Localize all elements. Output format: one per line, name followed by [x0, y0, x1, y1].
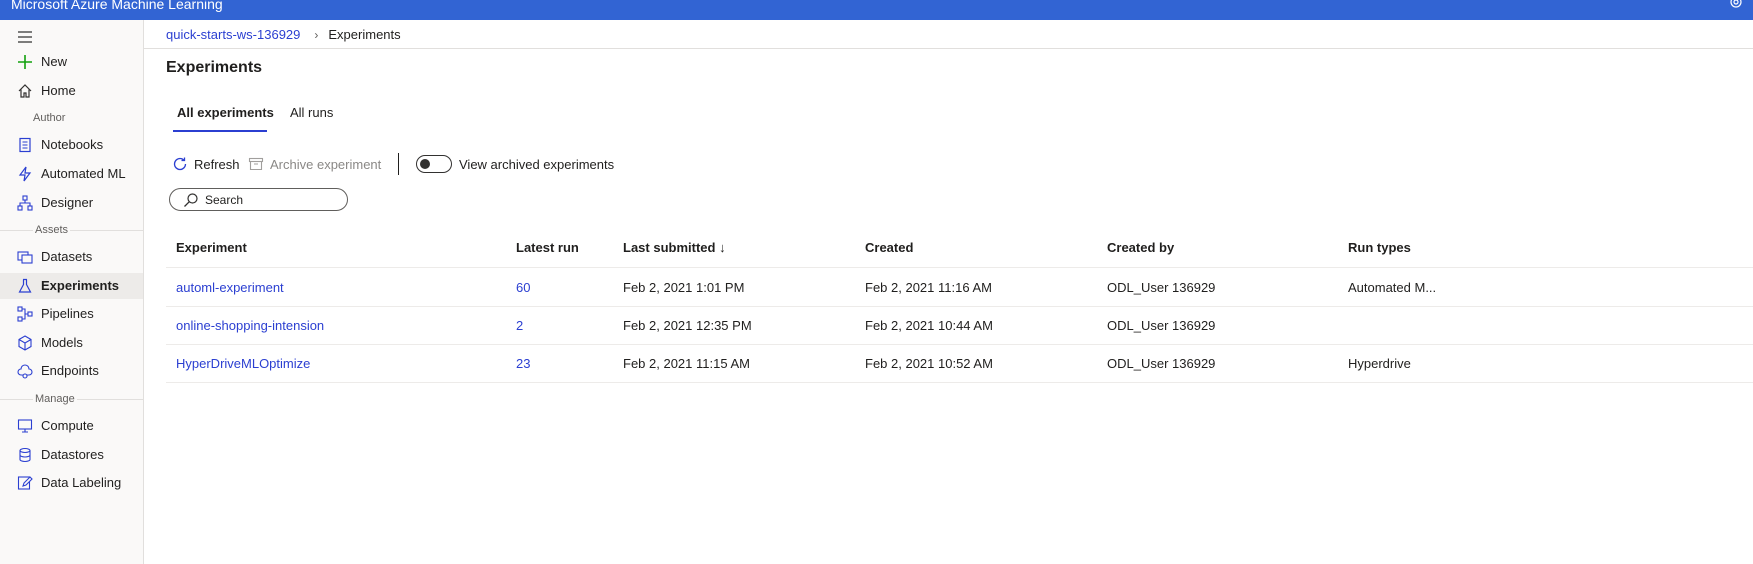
column-header-last-submitted[interactable]: Last submitted ↓	[623, 240, 726, 255]
view-archived-label: View archived experiments	[459, 157, 615, 172]
section-label-manage: Manage	[33, 393, 77, 405]
sidebar-item-home[interactable]: Home	[0, 78, 143, 104]
datasets-icon	[17, 249, 33, 265]
sidebar-item-datastores[interactable]: Datastores	[0, 442, 143, 468]
pipelines-icon	[17, 306, 33, 322]
refresh-label: Refresh	[194, 157, 240, 172]
cube-icon	[17, 335, 33, 351]
experiment-link[interactable]: HyperDriveMLOptimize	[176, 356, 310, 371]
breadcrumb: quick-starts-ws-136929 › Experiments	[166, 27, 401, 42]
page-title: Experiments	[166, 59, 263, 76]
created-cell: Feb 2, 2021 10:52 AM	[865, 356, 993, 371]
tab-all-runs[interactable]: All runs	[290, 105, 333, 120]
breadcrumb-current: Experiments	[328, 27, 401, 42]
latest-run-link[interactable]: 23	[516, 356, 530, 371]
created-cell: Feb 2, 2021 11:16 AM	[865, 280, 992, 295]
sidebar: New Home Author Notebooks Automated ML D…	[0, 20, 144, 564]
search-box[interactable]	[169, 188, 348, 211]
cloud-icon	[17, 363, 33, 379]
last-submitted-cell: Feb 2, 2021 1:01 PM	[623, 280, 745, 295]
refresh-icon	[172, 156, 188, 172]
database-icon	[17, 447, 33, 463]
run-types-cell: Automated M...	[1348, 280, 1437, 295]
sidebar-item-label: Models	[41, 335, 83, 350]
latest-run-link[interactable]: 2	[516, 318, 523, 333]
section-divider	[0, 230, 143, 231]
designer-icon	[17, 195, 33, 211]
sidebar-item-label: Home	[41, 83, 76, 98]
column-header-run-types[interactable]: Run types	[1348, 240, 1411, 255]
monitor-icon	[17, 418, 33, 434]
run-types-cell: Hyperdrive	[1348, 356, 1411, 371]
breadcrumb-divider	[144, 48, 1753, 49]
chevron-right-icon: ›	[314, 28, 319, 42]
sidebar-item-label: Datastores	[41, 447, 104, 462]
latest-run-link[interactable]: 60	[516, 280, 530, 295]
sidebar-item-pipelines[interactable]: Pipelines	[0, 301, 143, 327]
sidebar-item-label: Automated ML	[41, 166, 126, 181]
section-label-author: Author	[33, 112, 66, 124]
sidebar-item-label: Compute	[41, 418, 94, 433]
tab-all-experiments[interactable]: All experiments	[177, 105, 274, 120]
gear-icon[interactable]	[1726, 0, 1746, 14]
created-by-cell: ODL_User 136929	[1107, 280, 1216, 295]
sidebar-item-label: Datasets	[41, 249, 93, 264]
column-header-created[interactable]: Created	[865, 240, 913, 255]
sidebar-item-notebooks[interactable]: Notebooks	[0, 132, 143, 158]
sidebar-item-models[interactable]: Models	[0, 330, 143, 356]
app-title[interactable]: Microsoft Azure Machine Learning	[11, 0, 223, 12]
last-submitted-cell: Feb 2, 2021 12:35 PM	[623, 318, 752, 333]
sidebar-item-endpoints[interactable]: Endpoints	[0, 358, 143, 384]
sidebar-item-automated-ml[interactable]: Automated ML	[0, 161, 143, 187]
experiment-link[interactable]: automl-experiment	[176, 280, 284, 295]
top-bar: Microsoft Azure Machine Learning	[0, 0, 1753, 20]
home-icon	[17, 83, 33, 99]
column-header-created-by[interactable]: Created by	[1107, 240, 1174, 255]
created-by-cell: ODL_User 136929	[1107, 318, 1216, 333]
sidebar-item-label: Endpoints	[41, 363, 99, 378]
search-input[interactable]	[205, 191, 340, 208]
column-header-experiment[interactable]: Experiment	[176, 240, 247, 255]
plus-icon	[17, 54, 33, 70]
sidebar-item-designer[interactable]: Designer	[0, 190, 143, 216]
created-by-cell: ODL_User 136929	[1107, 356, 1216, 371]
automated-ml-icon	[17, 166, 33, 182]
sidebar-item-label: Pipelines	[41, 306, 94, 321]
sidebar-item-data-labeling[interactable]: Data Labeling	[0, 470, 143, 496]
edit-icon	[17, 475, 33, 491]
sidebar-item-experiments[interactable]: Experiments	[0, 273, 143, 299]
header-divider	[166, 267, 1753, 268]
sidebar-item-new[interactable]: New	[0, 49, 143, 75]
breadcrumb-workspace-link[interactable]: quick-starts-ws-136929	[166, 27, 300, 42]
search-icon	[183, 192, 199, 208]
column-header-latest-run[interactable]: Latest run	[516, 240, 579, 255]
archive-icon	[248, 156, 264, 172]
archive-experiment-label: Archive experiment	[270, 157, 382, 172]
sidebar-item-datasets[interactable]: Datasets	[0, 244, 143, 270]
row-divider	[166, 382, 1753, 383]
sidebar-item-label: New	[41, 54, 68, 69]
toolbar-divider	[398, 153, 399, 175]
flask-icon	[17, 278, 33, 294]
created-cell: Feb 2, 2021 10:44 AM	[865, 318, 993, 333]
toggle-knob	[420, 159, 430, 169]
sidebar-item-label: Designer	[41, 195, 94, 210]
hamburger-menu-icon[interactable]	[18, 30, 34, 43]
section-label-assets: Assets	[33, 224, 71, 236]
row-divider	[166, 306, 1753, 307]
sidebar-item-compute[interactable]: Compute	[0, 413, 143, 439]
sidebar-item-label: Experiments	[41, 278, 120, 293]
last-submitted-cell: Feb 2, 2021 11:15 AM	[623, 356, 750, 371]
notebook-icon	[17, 137, 33, 153]
experiment-link[interactable]: online-shopping-intension	[176, 318, 324, 333]
view-archived-toggle[interactable]	[416, 155, 452, 173]
row-divider	[166, 344, 1753, 345]
sidebar-item-label: Data Labeling	[41, 475, 122, 490]
sidebar-item-label: Notebooks	[41, 137, 104, 152]
active-tab-indicator	[173, 130, 267, 132]
